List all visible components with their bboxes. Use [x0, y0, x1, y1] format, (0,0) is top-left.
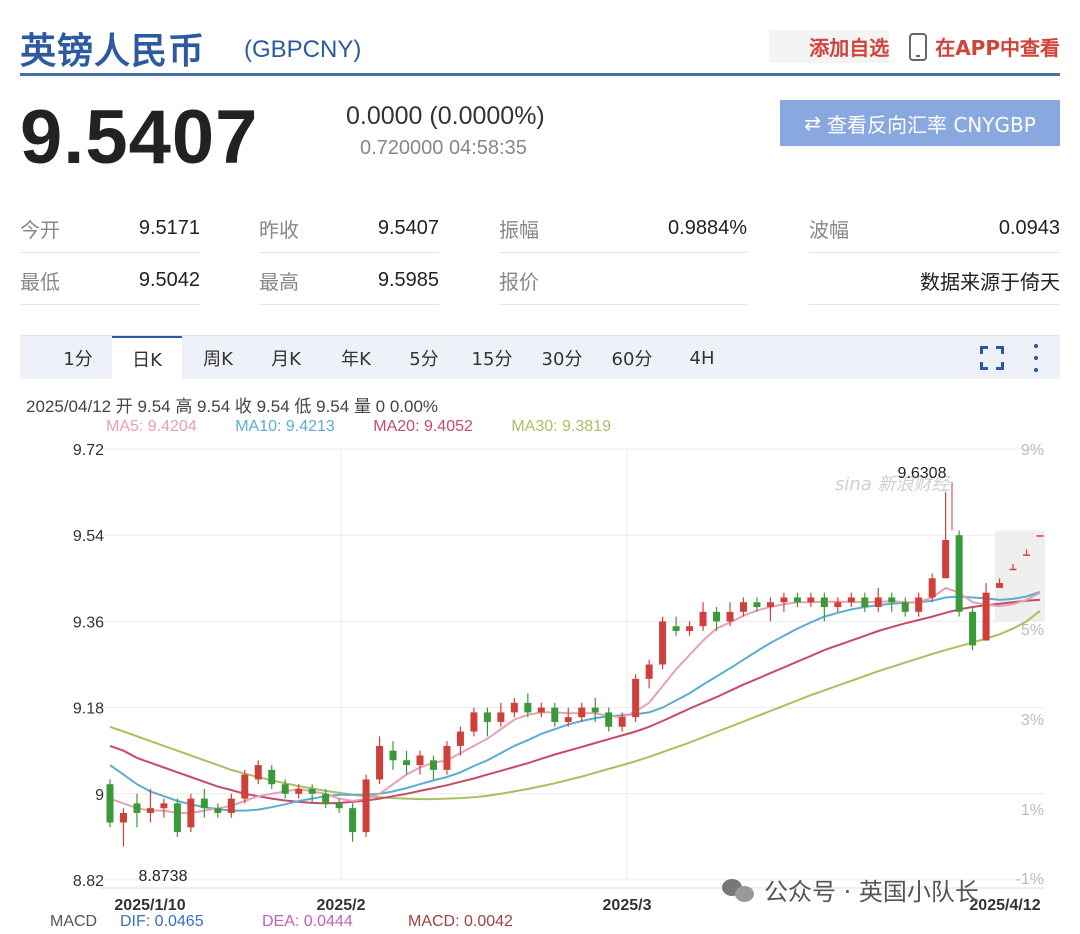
candle-down [955, 535, 963, 612]
candle-up [659, 621, 667, 665]
candle-down [551, 707, 559, 722]
pct-tick-label: 3% [1021, 712, 1044, 729]
candle-up [187, 798, 195, 828]
y-tick-label: 9.54 [73, 528, 104, 545]
candlestick-chart[interactable]: 9.729.549.369.1898.829%7%5%3%1%-1%2025/1… [0, 0, 1080, 934]
candle-down [820, 597, 828, 608]
candle-down [793, 597, 801, 603]
candle-up [996, 583, 1004, 588]
candle-down [389, 750, 397, 761]
watermark-text: 公众号 · 英国小队长 [764, 878, 979, 906]
candle-down [335, 803, 343, 809]
macd-legend-item: MACD: 0.0042 [408, 913, 513, 930]
candle-up [726, 611, 734, 622]
pct-tick-label: 5% [1021, 622, 1044, 639]
macd-legend-item: DIF: 0.0465 [120, 913, 204, 930]
candle-up [807, 597, 815, 603]
x-tick-label: 2025/3 [603, 897, 652, 914]
candle-down [713, 611, 721, 622]
candle-up [874, 597, 882, 608]
candle-up [564, 717, 572, 722]
candle-up [510, 702, 518, 713]
candle-down [753, 602, 761, 608]
candle-up [766, 602, 774, 608]
candle-up [942, 539, 950, 579]
candle-down [106, 784, 114, 823]
y-tick-label: 9.36 [73, 614, 104, 631]
candle-up [632, 678, 640, 718]
candle-down [605, 712, 613, 727]
candle-up [645, 664, 653, 679]
y-tick-label: 9.72 [73, 442, 104, 459]
ma20-line [109, 598, 1041, 805]
candle-up [376, 745, 384, 780]
candle-up [456, 731, 464, 746]
candle-down [281, 784, 289, 794]
candle-up [780, 597, 788, 603]
candle-up [834, 602, 842, 608]
candle-down [901, 602, 909, 612]
candle-down [969, 611, 977, 646]
candle-up [119, 812, 127, 823]
ma30-line [109, 610, 1041, 801]
candle-up [739, 602, 747, 612]
candle-down [429, 760, 437, 770]
candle-up [537, 707, 545, 713]
candle-down [200, 798, 208, 809]
candle-up [295, 789, 303, 794]
wechat-watermark: 公众号 · 英国小队长 [722, 872, 979, 907]
x-tick-label: 2025/1/10 [114, 897, 185, 914]
candle-up [470, 712, 478, 732]
candle-up [915, 597, 923, 612]
candle-up [1009, 568, 1017, 571]
candle-up [1023, 554, 1031, 556]
candle-up [416, 755, 424, 766]
candle-down [173, 803, 181, 833]
candle-down [524, 702, 532, 713]
macd-legend-item: DEA: 0.0444 [262, 913, 353, 930]
candle-up [686, 626, 694, 631]
candle-down [349, 808, 357, 833]
pct-tick-label: -1% [1016, 871, 1044, 888]
x-tick-label: 2025/2 [317, 897, 366, 914]
candle-up [578, 707, 586, 718]
candle-down [672, 626, 680, 631]
candle-up [443, 745, 451, 770]
candle-down [861, 597, 869, 608]
candle-down [133, 803, 141, 813]
candle-up [699, 611, 707, 627]
high-annotation: 9.6308 [898, 465, 947, 482]
candle-down [268, 769, 276, 785]
candle-up [227, 798, 235, 813]
pct-tick-label: 1% [1021, 802, 1044, 819]
y-tick-label: 9.18 [73, 701, 104, 718]
macd-legend-item: MACD [50, 913, 97, 930]
candle-down [888, 597, 896, 603]
candle-down [403, 760, 411, 766]
candle-up [254, 765, 262, 780]
candle-down [214, 808, 222, 813]
candle-up [241, 774, 249, 799]
candle-down [308, 789, 316, 794]
y-tick-label: 9 [95, 787, 104, 804]
candle-up [362, 779, 370, 833]
x-tick-label: 2025/4/12 [969, 897, 1040, 914]
candle-up [1036, 535, 1044, 537]
candle-down [322, 793, 330, 804]
candle-down [591, 707, 599, 713]
y-tick-label: 8.82 [73, 873, 104, 890]
shaded-area [995, 530, 1045, 622]
pct-tick-label: 9% [1021, 442, 1044, 459]
candle-up [847, 597, 855, 603]
candle-up [497, 712, 505, 722]
candle-down [483, 712, 491, 722]
wechat-icon [722, 877, 756, 903]
low-annotation: 8.8738 [139, 868, 188, 885]
candle-up [160, 803, 168, 809]
candle-up [928, 578, 936, 598]
candle-up [982, 592, 990, 641]
candle-up [146, 808, 154, 813]
candle-up [618, 717, 626, 727]
